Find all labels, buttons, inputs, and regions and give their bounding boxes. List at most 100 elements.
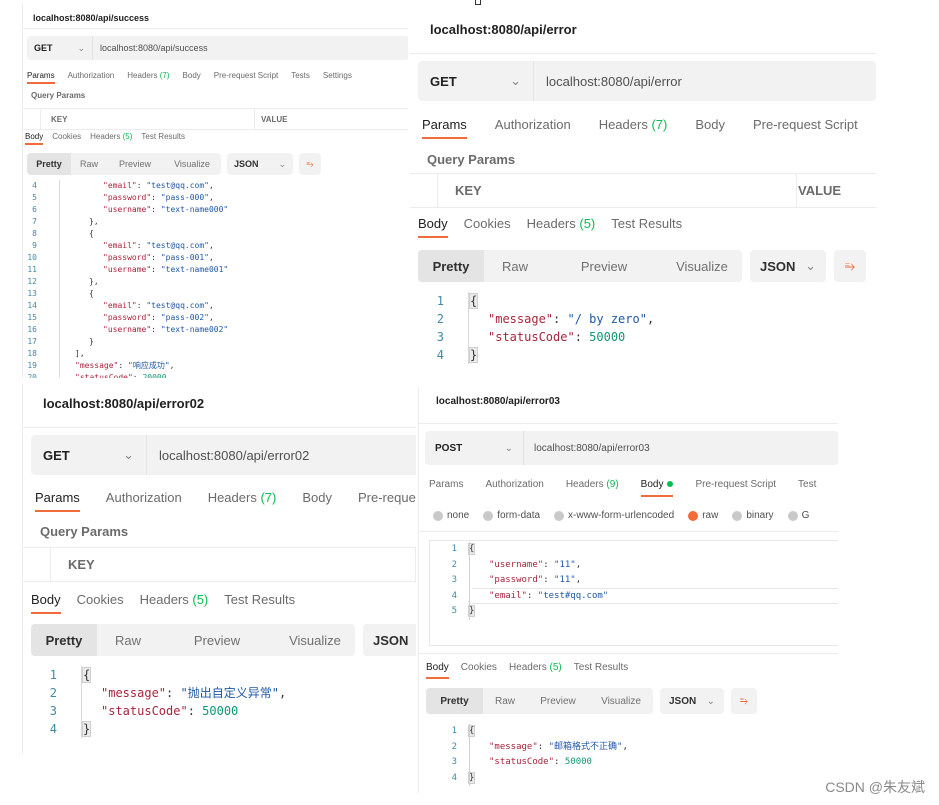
view-mode-raw[interactable]: Raw bbox=[483, 688, 527, 714]
response-tab-body[interactable]: Body bbox=[426, 662, 449, 679]
response-body-code: 1{2 "message": "抛出自定义异常", 3 "statusCode": 5… bbox=[43, 666, 286, 738]
body-type-none[interactable]: none bbox=[433, 510, 469, 521]
request-tab-headers[interactable]: Headers (7) bbox=[208, 490, 277, 512]
method-select[interactable]: GET ⌄ bbox=[31, 435, 147, 475]
response-body-code: 1{2 "message": "邮箱格式不正确", 3 "statusCode": 5… bbox=[433, 724, 628, 786]
colon: : bbox=[526, 590, 538, 601]
response-tab-test-results[interactable]: Test Results bbox=[141, 132, 185, 145]
view-mode-preview[interactable]: Preview bbox=[107, 153, 163, 175]
view-mode-visualize[interactable]: Visualize bbox=[662, 250, 742, 282]
format-select[interactable]: JSON⌄ bbox=[227, 153, 293, 175]
request-tab-settings[interactable]: Settings bbox=[323, 71, 352, 84]
response-tab-test-results[interactable]: Test Results bbox=[574, 662, 628, 679]
wrap-lines-button[interactable]: ⥱ bbox=[834, 250, 866, 282]
code-content: "email": "test@qq.com", bbox=[61, 180, 214, 192]
code-line: 7}, bbox=[27, 216, 228, 228]
view-mode-pretty[interactable]: Pretty bbox=[27, 153, 71, 175]
request-tab-tests[interactable]: Tests bbox=[291, 71, 310, 84]
response-tabs: Body Cookies Headers (5) Test Results bbox=[418, 216, 682, 238]
view-mode-preview[interactable]: Preview bbox=[159, 624, 275, 656]
request-tab-authorization[interactable]: Authorization bbox=[485, 479, 543, 497]
response-tab-body[interactable]: Body bbox=[418, 216, 448, 238]
format-select[interactable]: JSON⌄ bbox=[363, 624, 416, 656]
response-tab-test-results[interactable]: Test Results bbox=[224, 592, 295, 614]
method-select[interactable]: GET ⌄ bbox=[418, 61, 534, 101]
line-number: 1 bbox=[49, 668, 57, 682]
request-tab-headers[interactable]: Headers (7) bbox=[599, 117, 668, 139]
view-mode-visualize[interactable]: Visualize bbox=[275, 624, 355, 656]
body-type-raw[interactable]: raw bbox=[688, 510, 718, 521]
response-tab-body[interactable]: Body bbox=[25, 132, 44, 145]
response-tab-body[interactable]: Body bbox=[31, 592, 61, 614]
body-type-binary[interactable]: binary bbox=[732, 510, 774, 521]
request-tab-body[interactable]: Body bbox=[183, 71, 201, 84]
request-tab-headers[interactable]: Headers (7) bbox=[127, 71, 169, 84]
request-tab-authorization[interactable]: Authorization bbox=[495, 117, 571, 139]
view-mode-visualize[interactable]: Visualize bbox=[163, 153, 221, 175]
request-tab-pre-request-script[interactable]: Pre-request Script bbox=[695, 479, 776, 497]
view-mode-pretty[interactable]: Pretty bbox=[426, 688, 483, 714]
url-bar: GET ⌄ localhost:8080/api/error02 bbox=[31, 435, 416, 475]
view-mode-visualize[interactable]: Visualize bbox=[589, 688, 653, 714]
request-tab-pre-request[interactable]: Pre-request bbox=[358, 490, 416, 512]
code-line: 2 "message": "邮箱格式不正确", bbox=[433, 740, 628, 756]
value-column-header: VALUE bbox=[798, 183, 842, 198]
request-tab-params[interactable]: Params bbox=[422, 117, 467, 139]
view-mode-raw[interactable]: Raw bbox=[97, 624, 159, 656]
line-number: 5 bbox=[32, 193, 37, 202]
response-tab-headers[interactable]: Headers (5) bbox=[509, 662, 562, 679]
request-tab-params[interactable]: Params bbox=[27, 71, 55, 84]
format-select[interactable]: JSON⌄ bbox=[750, 250, 826, 282]
code-gutter-line bbox=[469, 724, 470, 786]
view-mode-raw[interactable]: Raw bbox=[71, 153, 107, 175]
request-title: localhost:8080/api/error02 bbox=[43, 396, 205, 411]
request-tab-headers[interactable]: Headers (9) bbox=[566, 479, 619, 497]
tab-label: Params bbox=[27, 71, 55, 80]
request-tab-test[interactable]: Test bbox=[798, 479, 816, 497]
column-divider bbox=[50, 548, 51, 581]
wrap-lines-button[interactable]: ⥱ bbox=[731, 688, 757, 714]
line-number: 10 bbox=[27, 253, 37, 262]
url-input[interactable]: localhost:8080/api/error02 bbox=[147, 448, 309, 463]
view-mode-preview[interactable]: Preview bbox=[546, 250, 662, 282]
url-input[interactable]: localhost:8080/api/error03 bbox=[524, 443, 650, 454]
response-tab-test-results[interactable]: Test Results bbox=[611, 216, 682, 238]
method-select[interactable]: GET ⌄ bbox=[27, 36, 93, 60]
body-type-g[interactable]: G bbox=[787, 510, 809, 521]
response-tab-cookies[interactable]: Cookies bbox=[464, 216, 511, 238]
response-tab-cookies[interactable]: Cookies bbox=[52, 132, 81, 145]
view-mode-pretty[interactable]: Pretty bbox=[31, 624, 97, 656]
code-line: 2 "username": "11", bbox=[433, 558, 608, 574]
view-mode-preview[interactable]: Preview bbox=[527, 688, 589, 714]
view-mode-raw[interactable]: Raw bbox=[484, 250, 546, 282]
code-line: 1{ bbox=[43, 666, 286, 684]
response-tab-headers[interactable]: Headers (5) bbox=[140, 592, 209, 614]
request-tab-body[interactable]: Body bbox=[302, 490, 332, 512]
request-body-code: 1{2 "username": "11", 3 "password": "11", 4 "… bbox=[433, 542, 608, 620]
wrap-lines-button[interactable]: ⥱ bbox=[299, 153, 321, 175]
tab-label: Body bbox=[302, 490, 332, 505]
body-type-x-www-form-urlencoded[interactable]: x-www-form-urlencoded bbox=[554, 510, 674, 521]
request-tab-authorization[interactable]: Authorization bbox=[68, 71, 115, 84]
request-tab-authorization[interactable]: Authorization bbox=[106, 490, 182, 512]
url-input[interactable]: localhost:8080/api/success bbox=[93, 43, 208, 53]
column-divider bbox=[437, 174, 438, 207]
code-line: 3 "statusCode": 50000 bbox=[433, 755, 628, 771]
request-tab-body[interactable]: Body bbox=[640, 479, 674, 497]
code-line: 19 "message": "响应成功", bbox=[27, 360, 228, 372]
code-content: "password": "11", bbox=[469, 573, 581, 589]
body-type-form-data[interactable]: form-data bbox=[483, 510, 540, 521]
format-select[interactable]: JSON⌄ bbox=[660, 688, 724, 714]
view-mode-pretty[interactable]: Pretty bbox=[418, 250, 484, 282]
url-input[interactable]: localhost:8080/api/error bbox=[534, 74, 682, 89]
response-tab-cookies[interactable]: Cookies bbox=[77, 592, 124, 614]
request-tab-params[interactable]: Params bbox=[429, 479, 463, 497]
response-tab-headers[interactable]: Headers (5) bbox=[527, 216, 596, 238]
request-tab-params[interactable]: Params bbox=[35, 490, 80, 512]
response-tab-cookies[interactable]: Cookies bbox=[461, 662, 497, 679]
method-select[interactable]: POST ⌄ bbox=[425, 431, 524, 465]
request-tab-pre-request-script[interactable]: Pre-request Script bbox=[753, 117, 858, 139]
request-tab-body[interactable]: Body bbox=[695, 117, 725, 139]
response-tab-headers[interactable]: Headers (5) bbox=[90, 132, 132, 145]
request-tab-pre-request-script[interactable]: Pre-request Script bbox=[214, 71, 278, 84]
